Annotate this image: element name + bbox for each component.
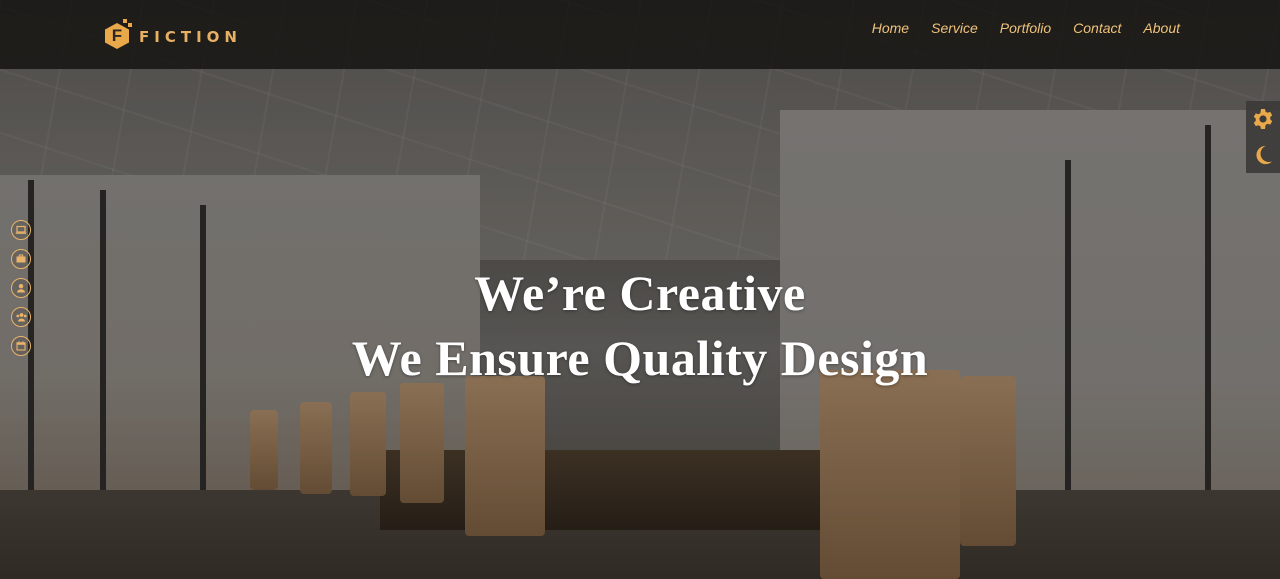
hero-headline: We’re Creative We Ensure Quality Design bbox=[0, 262, 1280, 392]
theme-toggle-button[interactable] bbox=[1249, 141, 1277, 169]
brand-name: FICTION bbox=[139, 28, 242, 46]
hero-title-line2: We Ensure Quality Design bbox=[351, 330, 929, 386]
nav-service[interactable]: Service bbox=[931, 20, 978, 36]
logo-mark-icon: F bbox=[105, 19, 132, 49]
nav-home[interactable]: Home bbox=[872, 20, 909, 36]
nav-about[interactable]: About bbox=[1143, 20, 1180, 36]
settings-button[interactable] bbox=[1249, 105, 1277, 133]
laptop-icon bbox=[15, 225, 27, 234]
hero-title-line1: We’re Creative bbox=[474, 265, 806, 321]
right-tool-panel bbox=[1246, 101, 1280, 173]
gear-icon bbox=[1253, 109, 1273, 129]
main-nav: Home Service Portfolio Contact About bbox=[872, 0, 1180, 56]
brand-logo[interactable]: F FICTION bbox=[105, 14, 242, 54]
section-link-laptop[interactable] bbox=[11, 220, 31, 240]
logo-letter: F bbox=[111, 26, 123, 45]
site-header: F FICTION Home Service Portfolio Contact… bbox=[0, 0, 1280, 69]
nav-contact[interactable]: Contact bbox=[1073, 20, 1121, 36]
moon-icon bbox=[1256, 145, 1273, 165]
nav-portfolio[interactable]: Portfolio bbox=[1000, 20, 1051, 36]
